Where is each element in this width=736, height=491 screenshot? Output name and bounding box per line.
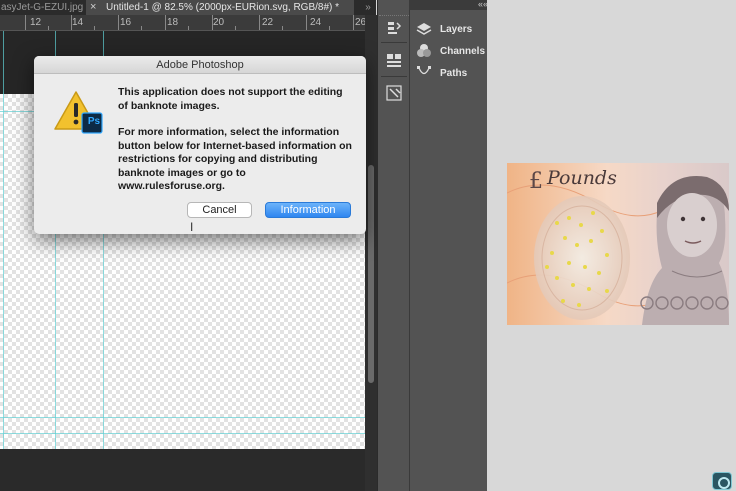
guide-line[interactable]: [3, 31, 4, 451]
warning-icon: [54, 91, 103, 134]
tab-untitled-1[interactable]: × Untitled-1 @ 82.5% (2000px-EURion.svg,…: [86, 0, 354, 15]
ruler-label: 14: [72, 17, 84, 28]
photoshop-badge-label: Ps: [87, 116, 101, 127]
properties-icon[interactable]: [383, 51, 405, 69]
layers-icon: [416, 21, 432, 37]
ruler-label: 24: [310, 17, 322, 28]
history-icon[interactable]: [383, 19, 405, 37]
tabs-overflow-icon[interactable]: »: [360, 0, 376, 15]
panel-item-channels[interactable]: Channels: [416, 41, 485, 61]
tab-label: Untitled-1 @ 82.5% (2000px-EURion.svg, R…: [106, 2, 340, 13]
ruler-label: 20: [213, 17, 225, 28]
message-secondary: For more information, select the informa…: [118, 126, 352, 192]
pasteboard: [0, 449, 365, 491]
ruler-label: 18: [167, 17, 179, 28]
ruler-label: 12: [30, 17, 42, 28]
panel-list: Layers Channels Paths: [409, 10, 487, 491]
panel-item-layers[interactable]: Layers: [416, 19, 472, 39]
document-tab-bar: asyJet-G-EZUI.jpg × Untitled-1 @ 82.5% (…: [0, 0, 376, 15]
guide-line[interactable]: [0, 433, 365, 434]
ruler-label: 22: [262, 17, 274, 28]
panel-item-label: Layers: [440, 23, 473, 35]
paths-icon: [416, 65, 432, 81]
banknote-script-text: Pounds: [547, 167, 617, 189]
panel-item-paths[interactable]: Paths: [416, 63, 467, 83]
brush-settings-icon[interactable]: [383, 84, 405, 102]
panel-item-label: Paths: [440, 67, 468, 79]
message-primary: This application does not support the ed…: [118, 86, 343, 112]
cancel-button[interactable]: Cancel: [187, 202, 252, 218]
app-tray-icon[interactable]: [712, 472, 732, 490]
alert-dialog: Adobe Photoshop Ps This application does…: [34, 56, 366, 234]
dialog-title: Adobe Photoshop: [34, 56, 366, 74]
panel-item-label: Channels: [440, 45, 486, 57]
channels-icon: [416, 43, 432, 59]
guide-line[interactable]: [0, 417, 365, 418]
collapse-arrows-icon[interactable]: ««: [478, 0, 488, 9]
scrollbar-thumb[interactable]: [368, 165, 374, 383]
tab-easyjet[interactable]: asyJet-G-EZUI.jpg: [0, 0, 84, 15]
text-cursor-icon: I: [190, 220, 194, 234]
banknote-pound-symbol: £: [529, 169, 543, 194]
tab-label: asyJet-G-EZUI.jpg: [1, 2, 84, 13]
close-icon[interactable]: ×: [90, 0, 96, 15]
banknote-image: £ Pounds: [507, 163, 729, 325]
vertical-scrollbar[interactable]: [365, 15, 377, 491]
horizontal-ruler: 12 14 16 18 20 22 24 26: [0, 15, 366, 31]
ruler-label: 16: [120, 17, 132, 28]
collapsed-panel-dock: [377, 0, 409, 491]
information-button[interactable]: Information: [265, 202, 351, 218]
dialog-message: This application does not support the ed…: [118, 86, 354, 207]
